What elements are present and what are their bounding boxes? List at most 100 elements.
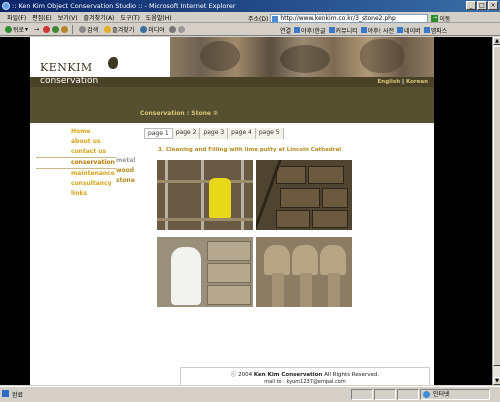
window-title: :: Ken Kim Object Conservation Studio ::…	[12, 2, 236, 10]
page-tab-2[interactable]: page 2	[172, 128, 201, 139]
chevron-down-icon[interactable]: ▾	[25, 26, 28, 33]
search-button[interactable]: 검색	[77, 25, 100, 34]
menu-favorites[interactable]: 즐겨찾기(A)	[81, 13, 118, 22]
go-label: 이동	[439, 15, 451, 23]
menu-view[interactable]: 보기(V)	[55, 13, 81, 22]
back-label: 뒤로	[13, 27, 25, 34]
link-icon	[328, 27, 335, 33]
toolbar-separator	[72, 25, 74, 34]
home-icon[interactable]	[61, 26, 69, 33]
stone-carving-banner-image	[170, 37, 434, 77]
subnav-wood[interactable]: wood	[116, 166, 135, 176]
mail-icon[interactable]	[177, 26, 185, 33]
media-label: 미디어	[148, 27, 165, 34]
page-tab-1[interactable]: page 1	[144, 128, 173, 139]
go-arrow-icon: →	[431, 14, 439, 22]
lang-english-link[interactable]: English	[378, 79, 401, 85]
logo-word: KENKIM	[40, 61, 93, 74]
status-cell	[351, 389, 373, 400]
nav-home[interactable]: Home	[36, 127, 116, 137]
link-empas[interactable]: 엠파스	[423, 26, 447, 35]
media-icon	[140, 26, 148, 33]
media-button[interactable]: 미디어	[138, 25, 167, 34]
status-cell	[374, 389, 396, 400]
page-tab-3[interactable]: page 3	[200, 128, 229, 139]
maximize-button[interactable]: □	[477, 1, 487, 10]
nav-contact-us[interactable]: contact us	[36, 147, 116, 157]
address-input[interactable]: http://www.kenkim.co.kr/3_stone2.php	[270, 13, 429, 23]
page-viewport: KENKIM conservation English | Korean Con…	[0, 37, 492, 385]
page-tab-4[interactable]: page 4	[228, 128, 256, 139]
page-tab-5[interactable]: page 5	[255, 128, 284, 139]
copyright: ⓒ 2004 Ken Kim Conservation All Rights R…	[230, 372, 380, 378]
site-content: KENKIM conservation English | Korean Con…	[30, 37, 434, 385]
subnav-stone[interactable]: stone	[116, 176, 135, 186]
sub-nav: metal wood stone	[116, 156, 135, 186]
menu-edit[interactable]: 편집(E)	[29, 13, 55, 22]
forward-arrow-icon: →	[34, 26, 40, 33]
page-tabs: page 1 page 2 page 3 page 4 page 5	[144, 128, 284, 139]
link-icon	[397, 27, 404, 33]
site-logo[interactable]: KENKIM conservation	[40, 57, 118, 86]
address-url: http://www.kenkim.co.kr/3_stone2.php	[280, 14, 396, 22]
nav-consultancy[interactable]: consultancy	[36, 179, 116, 189]
photo-stone-wall-scaffold	[256, 160, 352, 230]
ie-logo-icon	[2, 2, 10, 10]
back-button[interactable]: 뒤로 ▾	[3, 25, 30, 34]
search-icon	[79, 26, 87, 33]
logo-leaf-icon	[108, 57, 118, 69]
back-arrow-icon	[5, 26, 12, 33]
subnav-metal[interactable]: metal	[116, 156, 135, 166]
link-yahoo-dictionary[interactable]: 야후! 사전	[360, 26, 394, 35]
status-bar: 완료 인터넷	[0, 386, 500, 402]
nav-about-us[interactable]: about us	[36, 137, 116, 147]
main-nav: Home about us contact us conservation ma…	[36, 127, 116, 199]
page-done-icon	[2, 390, 9, 397]
photo-scaffold-worker	[157, 160, 253, 230]
window-titlebar: :: Ken Kim Object Conservation Studio ::…	[0, 0, 500, 12]
favorites-button[interactable]: 즐겨찾기	[102, 25, 136, 34]
site-footer: ⓒ 2004 Ken Kim Conservation All Rights R…	[180, 367, 430, 385]
menu-tools[interactable]: 도구(T)	[117, 13, 142, 22]
refresh-icon[interactable]	[52, 26, 60, 33]
security-zone: 인터넷	[420, 389, 490, 400]
close-button[interactable]: ×	[488, 1, 498, 10]
nav-maintenance[interactable]: maintenance	[36, 169, 116, 179]
go-button[interactable]: → 이동	[431, 14, 450, 23]
globe-icon	[423, 391, 430, 398]
breadcrumb: Conservation : Stone ②	[140, 110, 219, 117]
link-naver[interactable]: 네이버	[397, 26, 421, 35]
address-label: 주소(D)	[248, 15, 269, 23]
menu-file[interactable]: 파일(F)	[4, 13, 29, 22]
forward-button[interactable]: →	[32, 26, 41, 33]
lang-korean-link[interactable]: Korean	[406, 79, 428, 85]
history-icon[interactable]	[168, 26, 176, 33]
star-icon	[104, 26, 112, 33]
menu-help[interactable]: 도움말(H)	[143, 13, 175, 22]
link-community[interactable]: 커뮤니티	[328, 26, 358, 35]
nav-conservation[interactable]: conservation	[36, 157, 116, 169]
favorites-label: 즐겨찾기	[112, 27, 135, 34]
link-yahoo-korea[interactable]: 야후!한글	[294, 26, 326, 35]
scroll-up-icon[interactable]: ▲	[493, 37, 500, 45]
photo-carved-capitals	[256, 237, 352, 307]
search-label: 검색	[87, 27, 99, 34]
link-icon	[360, 27, 367, 33]
window-controls: _ □ ×	[466, 1, 498, 10]
scroll-down-icon[interactable]: ▼	[493, 377, 500, 385]
mail-link[interactable]: mail to : kyum1237@empal.com	[181, 379, 429, 385]
vertical-scrollbar[interactable]: ▲ ▼	[492, 37, 500, 385]
nav-links[interactable]: links	[36, 189, 116, 199]
status-text: 완료	[0, 390, 351, 399]
stop-icon[interactable]	[43, 26, 51, 33]
language-switch: English | Korean	[378, 79, 428, 85]
address-bar: 주소(D) http://www.kenkim.co.kr/3_stone2.p…	[248, 13, 500, 23]
scroll-thumb[interactable]	[493, 46, 500, 366]
lang-separator: |	[402, 79, 405, 85]
photo-protective-suit-worker	[157, 237, 253, 307]
minimize-button[interactable]: _	[466, 1, 476, 10]
link-icon	[423, 27, 430, 33]
links-bar: 연결 야후!한글 커뮤니티 야후! 사전 네이버 엠파스	[280, 24, 447, 36]
status-cell	[397, 389, 419, 400]
links-label: 연결	[280, 27, 292, 35]
